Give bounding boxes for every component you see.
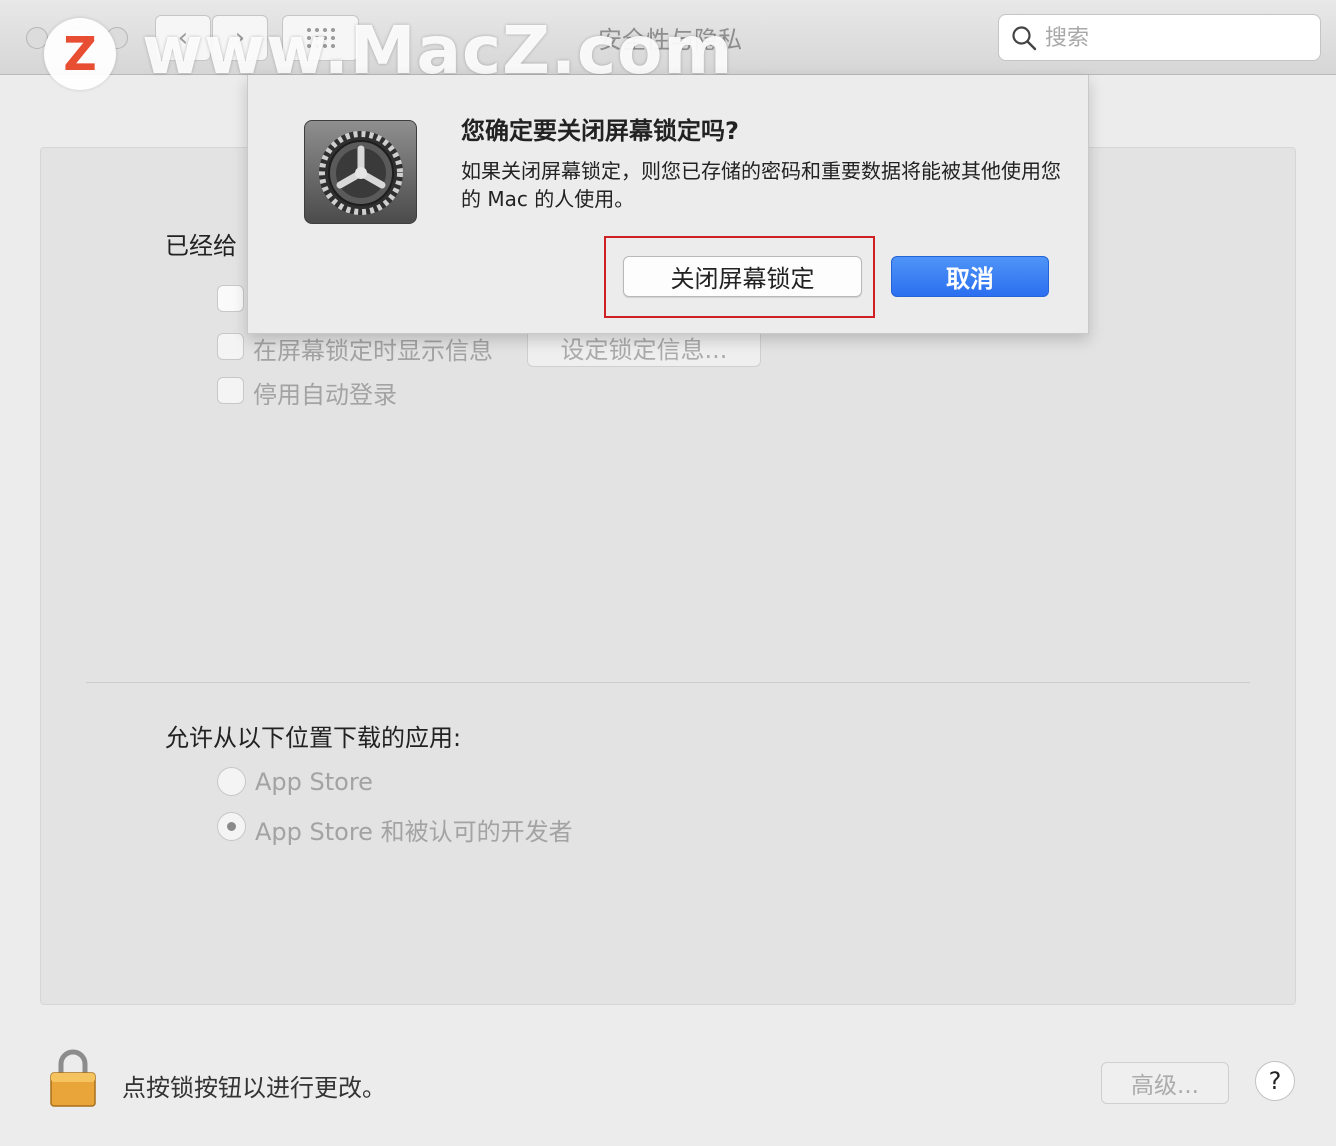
downloads-heading: 允许从以下位置下载的应用: [165,724,462,752]
advanced-button[interactable]: 高级... [1101,1062,1229,1104]
lock-icon[interactable] [50,1049,96,1107]
system-preferences-icon [304,120,417,224]
radio-app-store-identified-label: App Store 和被认可的开发者 [255,818,573,846]
confirm-disable-lock-sheet: 您确定要关闭屏幕锁定吗? 如果关闭屏幕锁定，则您已存储的密码和重要数据将能被其他… [247,75,1089,334]
cancel-button[interactable]: 取消 [891,256,1049,297]
dialog-title: 您确定要关闭屏幕锁定吗? [461,117,739,145]
radio-app-store-identified[interactable] [217,812,246,841]
watermark-logo: Z [44,18,116,90]
password-section-label: 已经给 [165,232,237,260]
radio-app-store[interactable] [217,767,246,796]
help-button[interactable]: ? [1255,1061,1295,1101]
show-message-checkbox[interactable] [217,333,244,360]
require-password-checkbox[interactable] [217,285,244,312]
search-icon [1012,26,1037,51]
lock-hint-text: 点按锁按钮以进行更改。 [122,1074,386,1102]
dialog-message: 如果关闭屏幕锁定，则您已存储的密码和重要数据将能被其他使用您的 Mac 的人使用… [461,159,1061,211]
disable-autologin-checkbox[interactable] [217,377,244,404]
show-message-label: 在屏幕锁定时显示信息 [253,337,493,365]
disable-autologin-label: 停用自动登录 [253,381,397,409]
radio-selected-dot [227,822,236,831]
gear-icon [319,131,403,215]
watermark-logo-letter: Z [63,27,97,81]
search-field[interactable] [998,14,1321,61]
section-divider [86,682,1250,683]
disable-screen-lock-button[interactable]: 关闭屏幕锁定 [623,256,862,297]
search-input[interactable] [1045,21,1305,55]
radio-app-store-label: App Store [255,768,373,796]
